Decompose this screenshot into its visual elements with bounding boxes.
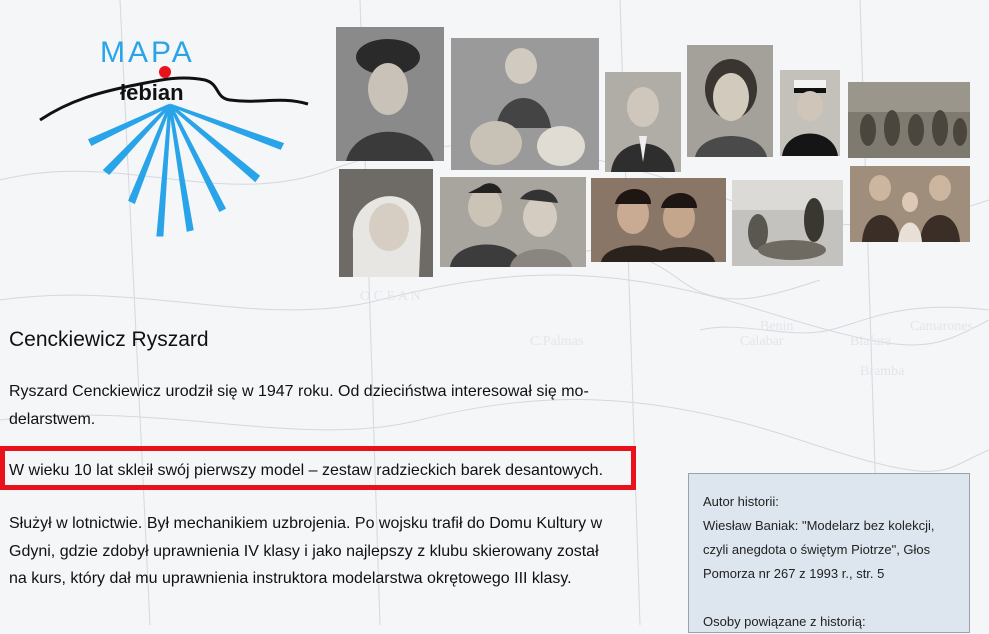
- photo-couple-portrait[interactable]: [440, 177, 586, 267]
- source-line-2: czyli anegdota o świętym Piotrze", Głos: [703, 542, 931, 557]
- svg-text:Camarones: Camarones: [910, 319, 973, 334]
- headscarf-photo: [339, 169, 433, 277]
- photo-portrait-sailor-cap[interactable]: [780, 70, 840, 156]
- svg-text:Calabar: Calabar: [740, 334, 784, 349]
- photo-portrait-older-man[interactable]: [605, 72, 681, 172]
- paragraph-career: Służył w lotnictwie. Był mechanikiem uzb…: [9, 510, 639, 593]
- family-photo: [850, 166, 970, 242]
- beach-photo: [732, 180, 843, 266]
- svg-text:C.Palmas: C.Palmas: [530, 334, 583, 349]
- couple-photo: [440, 177, 586, 267]
- paragraph-career-line-1: Służył w lotnictwie. Był mechanikiem uzb…: [9, 515, 603, 532]
- paragraph-career-line-2: Gdyni, gdzie zdobył uprawnienia IV klasy…: [9, 542, 599, 560]
- two-women-photo: [591, 178, 726, 262]
- woman-hat-photo: [336, 27, 444, 161]
- svg-text:O C E A N: O C E A N: [360, 289, 421, 304]
- paragraph-intro-line-2: delarstwem.: [9, 410, 96, 428]
- older-man-photo: [605, 72, 681, 172]
- paragraph-highlighted: W wieku 10 lat skleił swój pierwszy mode…: [9, 462, 604, 479]
- group-photo: [848, 82, 970, 158]
- source-line-1: Wiesław Baniak: "Modelarz bez kolekcji,: [703, 518, 935, 533]
- photo-portrait-young-woman[interactable]: [687, 45, 773, 157]
- svg-text:Biafara: Biafara: [850, 334, 892, 349]
- logo-subtitle: łebian: [120, 80, 184, 105]
- photo-portrait-woman-hat[interactable]: [336, 27, 444, 161]
- paragraph-career-line-3: na kurs, który dał mu uprawnienia instru…: [9, 570, 572, 587]
- young-woman-photo: [687, 45, 773, 157]
- logo-title: MAPA: [100, 36, 195, 69]
- author-label: Autor historii:: [703, 494, 779, 509]
- page-title: Cenckiewicz Ryszard: [9, 328, 209, 351]
- source-line-3: Pomorza nr 267 z 1993 r., str. 5: [703, 566, 885, 581]
- sailor-photo: [780, 70, 840, 156]
- photo-beach-scene[interactable]: [732, 180, 843, 266]
- paragraph-intro: Ryszard Cenckiewicz urodził się w 1947 r…: [9, 378, 639, 433]
- photo-portrait-woman-headscarf[interactable]: [339, 169, 433, 277]
- photo-family-portrait[interactable]: [850, 166, 970, 242]
- story-info-box: Autor historii: Wiesław Baniak: "Modelar…: [688, 473, 970, 633]
- svg-text:Benin: Benin: [760, 319, 793, 334]
- site-logo[interactable]: MAPA łebian: [30, 30, 320, 270]
- related-people-label: Osoby powiązane z historią:: [703, 614, 866, 629]
- photo-group-outdoor[interactable]: [848, 82, 970, 158]
- paragraph-intro-line-1: Ryszard Cenckiewicz urodził się w 1947 r…: [9, 383, 589, 400]
- photo-woman-with-dogs[interactable]: [451, 38, 599, 170]
- svg-text:Bramba: Bramba: [860, 364, 905, 379]
- woman-dogs-photo: [451, 38, 599, 170]
- photo-two-women-portrait[interactable]: [591, 178, 726, 262]
